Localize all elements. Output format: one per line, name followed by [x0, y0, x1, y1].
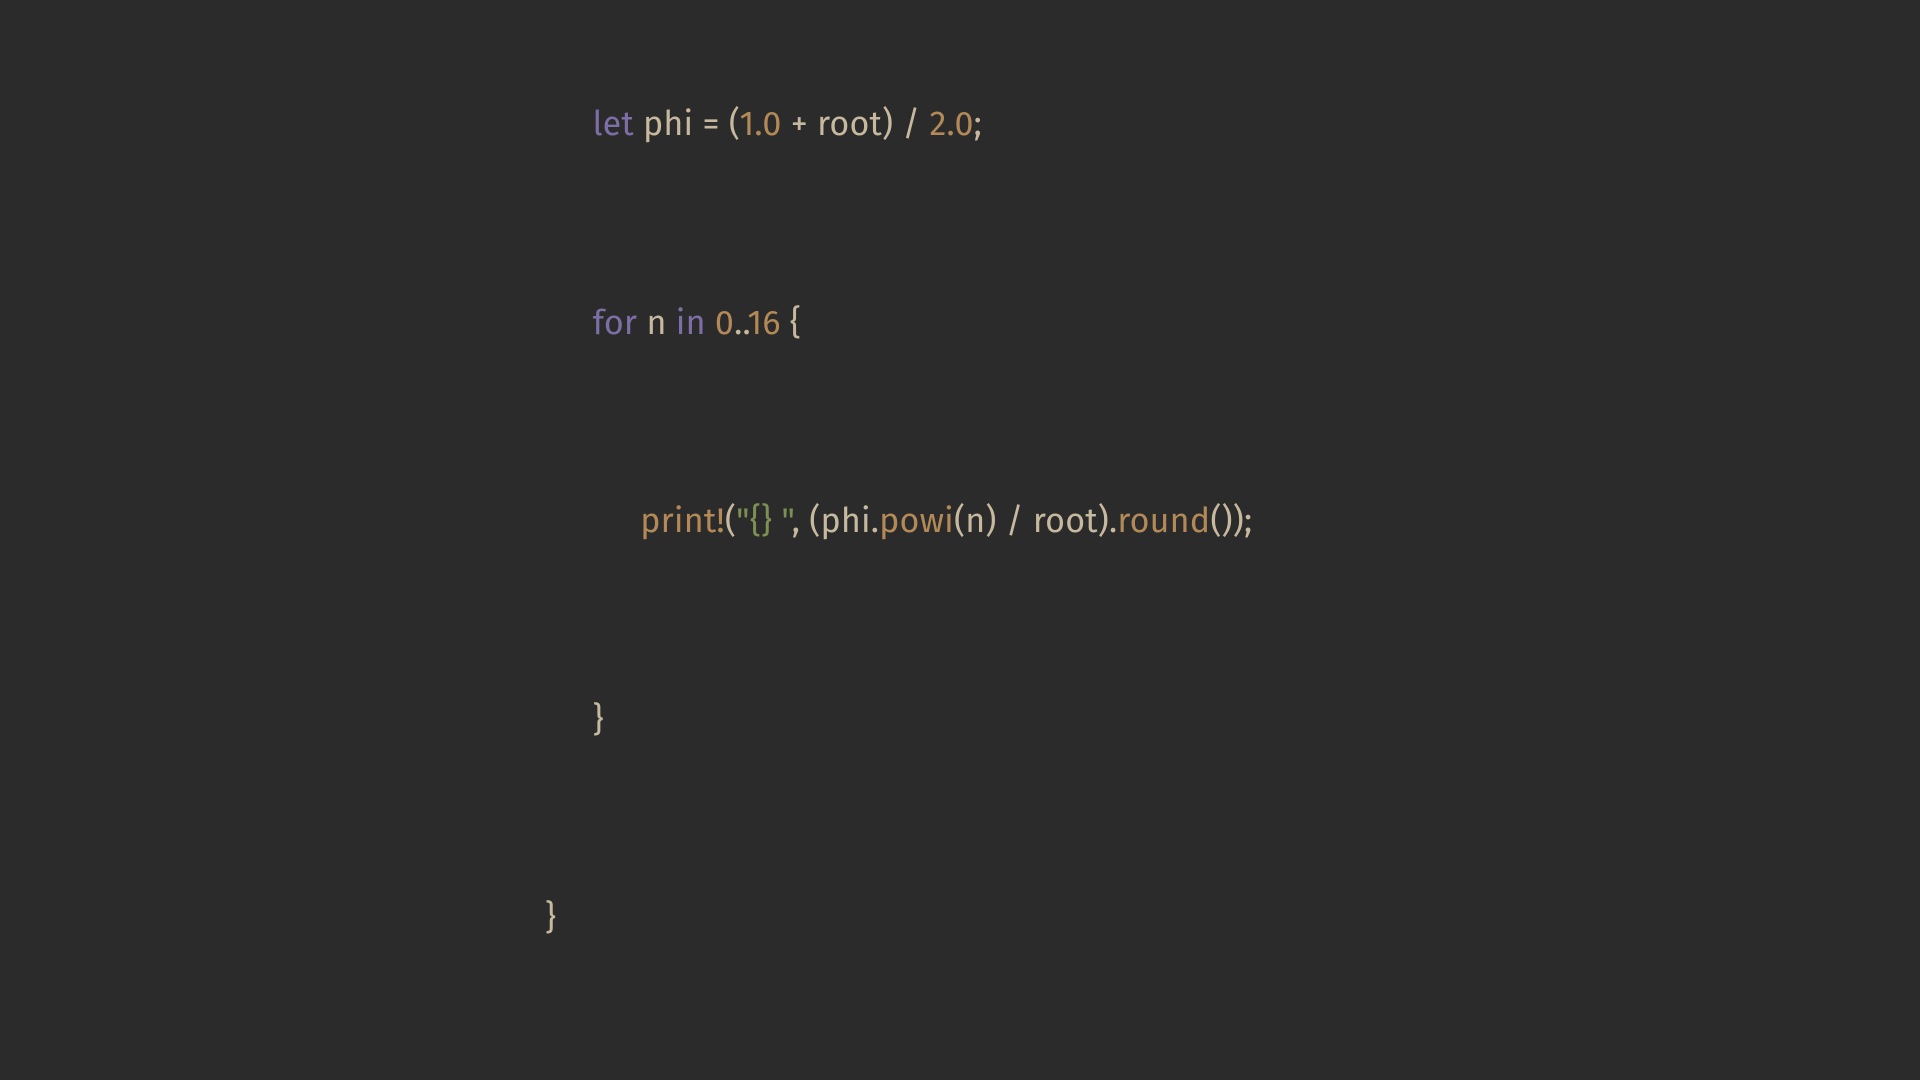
code-line-3: let phi = (1.0 + root) / 2.0;: [545, 100, 1375, 150]
code-line-7: }: [545, 894, 1375, 944]
literal-0: 0: [715, 303, 734, 344]
code-line-6: }: [545, 696, 1375, 746]
macro-print: print!: [640, 501, 725, 542]
code-line-5: print!("{} ", (phi.powi(n) / root).round…: [545, 497, 1375, 547]
string-fmt: "{} ": [736, 501, 792, 542]
literal-16: 16: [747, 303, 780, 344]
kw-let: let: [593, 104, 643, 145]
kw-in: in: [676, 303, 715, 344]
terminal-block: ~/c/rust >>> highlight --lang rust fib-s…: [545, 0, 1375, 1080]
method-powi: powi: [879, 501, 954, 542]
literal-1-0: 1.0: [739, 104, 781, 145]
code-line-4: for n in 0..16 {: [545, 299, 1375, 349]
literal-2-0: 2.0: [930, 104, 974, 145]
kw-for: for: [593, 303, 647, 344]
method-round: round: [1117, 501, 1210, 542]
